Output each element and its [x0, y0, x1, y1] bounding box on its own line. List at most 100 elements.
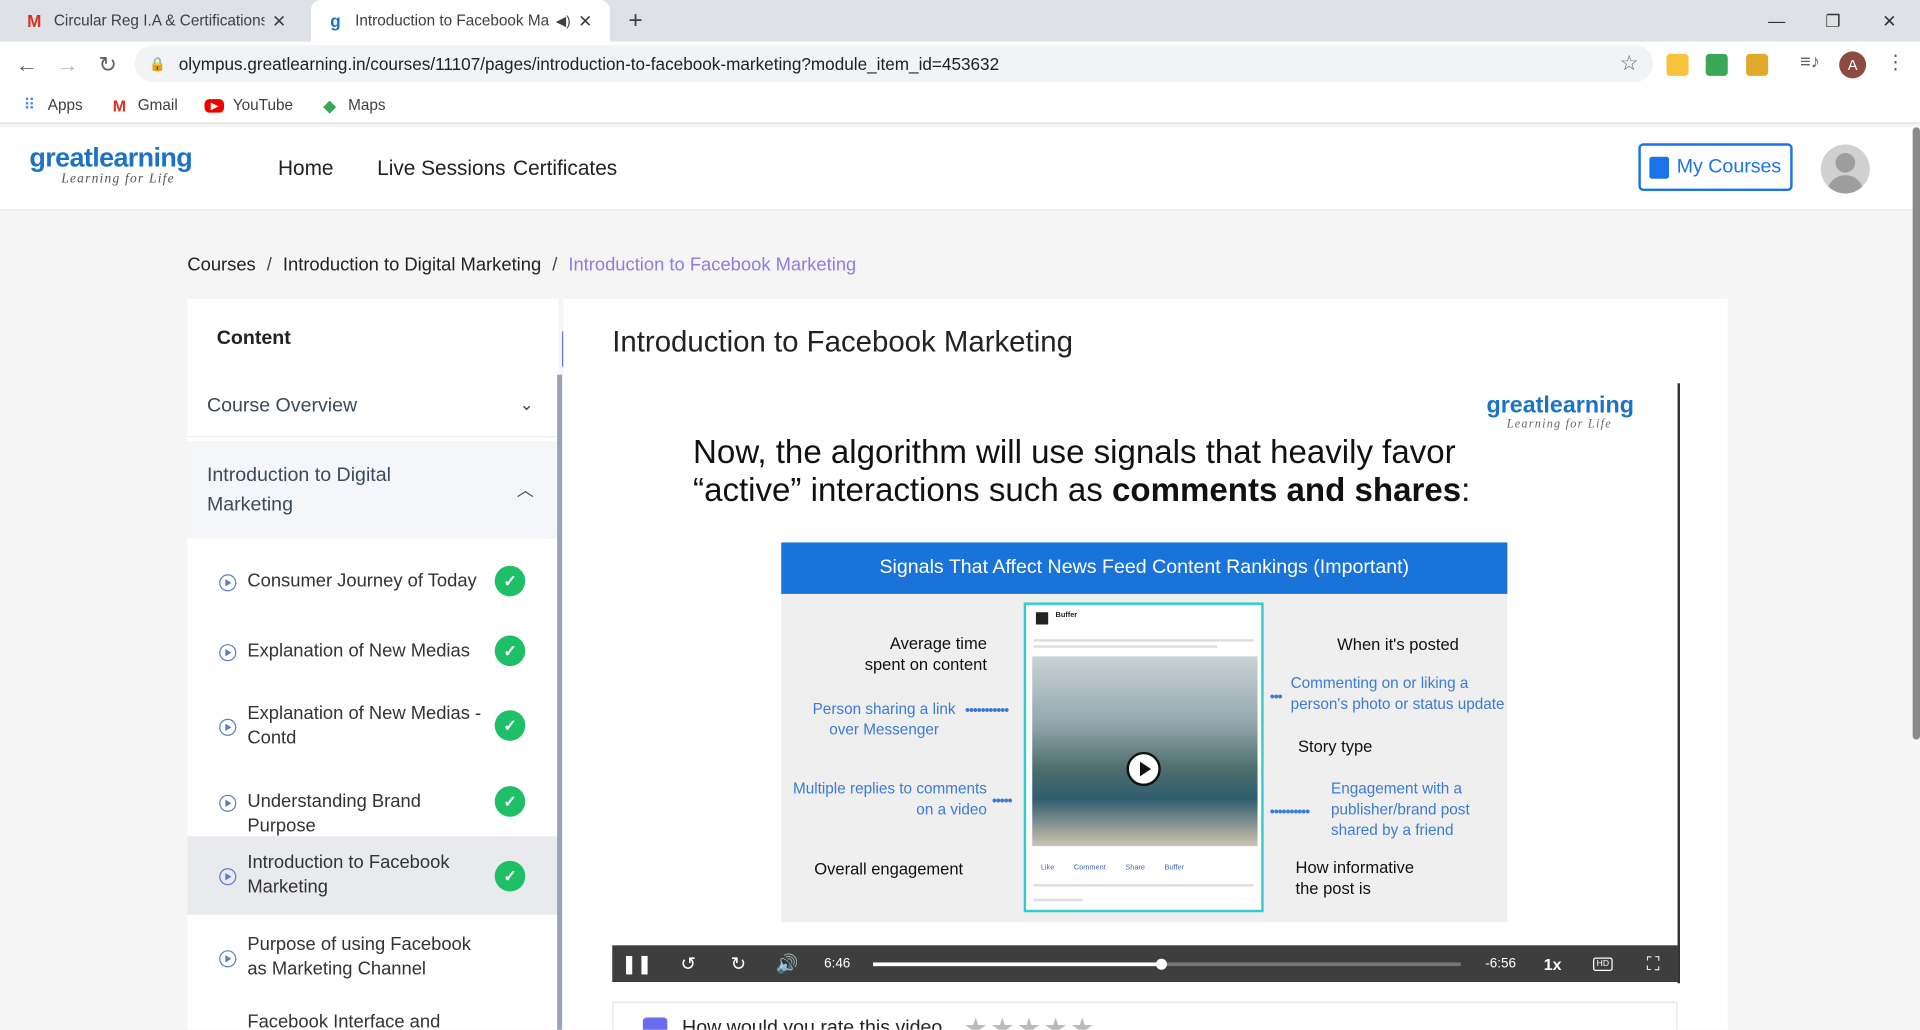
list-item[interactable]: Purpose of using Facebook as Marketing C…: [187, 926, 558, 992]
remaining-time: -6:56: [1485, 956, 1517, 972]
progress-played: [873, 962, 1162, 967]
play-circle-icon: [219, 644, 237, 662]
breadcrumb: Courses / Introduction to Digital Marketin…: [187, 254, 857, 276]
bookmark-apps[interactable]: ⠿ Apps: [20, 96, 83, 116]
tab-gmail[interactable]: M Circular Reg I.A & Certifications/ ✕: [10, 0, 304, 42]
rating-strip: How would you rate this video ★★★★★: [612, 1001, 1678, 1030]
nav-live-sessions[interactable]: Live Sessions: [377, 157, 505, 181]
close-window-button[interactable]: ✕: [1861, 0, 1917, 42]
media-controls-icon[interactable]: ≡♪: [1800, 51, 1820, 72]
signal-engagement: Engagement with a publisher/brand post s…: [1331, 780, 1470, 839]
signal-story: Story type: [1297, 737, 1373, 756]
module-intro-digital-marketing[interactable]: Introduction to Digital Marketing ︿: [187, 440, 559, 539]
item-label: Introduction to Facebook Marketing: [247, 852, 450, 898]
list-item[interactable]: Explanation of New Medias ✓: [187, 626, 558, 680]
speed-button[interactable]: 1x: [1538, 945, 1567, 982]
greatlearning-logo[interactable]: greatlearning Learning for Life: [29, 144, 192, 186]
signal-overall: Overall engagement: [814, 859, 964, 878]
my-courses-button[interactable]: My Courses: [1638, 143, 1793, 192]
lesson-title: Introduction to Facebook Marketing: [612, 325, 1073, 359]
maps-icon: ◆: [323, 94, 337, 115]
menu-kebab-icon[interactable]: ⋮: [1886, 50, 1906, 74]
dotted-connector: •••••: [991, 792, 1013, 810]
greatlearning-icon: g: [330, 11, 341, 31]
list-item[interactable]: Understanding Brand Purpose ✓: [187, 775, 558, 836]
list-item[interactable]: Facebook Interface and Types of: [187, 1002, 558, 1030]
new-tab-button[interactable]: +: [620, 5, 652, 37]
dotted-connector: •••••••••••: [964, 701, 1009, 719]
browser-tab-strip: M Circular Reg I.A & Certifications/ ✕ g…: [0, 0, 1920, 42]
book-icon: [1649, 156, 1670, 179]
restore-button[interactable]: ❐: [1805, 0, 1861, 42]
tab-title: Circular Reg I.A & Certifications/: [53, 12, 265, 30]
tab-facebook-marketing[interactable]: g Introduction to Facebook Ma ◀) ✕: [311, 0, 610, 42]
slide-heading: Now, the algorithm will use signals that…: [693, 433, 1471, 509]
gmail-icon: M: [27, 11, 42, 31]
content-sidebar: Content Course Overview ⌄ Introduction t…: [187, 298, 559, 1030]
progress-knob[interactable]: [1156, 958, 1168, 970]
breadcrumb-course[interactable]: Introduction to Digital Marketing: [283, 255, 541, 276]
buffer-logo-icon: [1035, 612, 1049, 625]
info-icon: [642, 1017, 668, 1030]
address-bar[interactable]: 🔒 olympus.greatlearning.in/courses/11107…: [134, 45, 1654, 83]
bookmark-star-icon[interactable]: ☆: [1620, 51, 1639, 75]
close-tab-icon[interactable]: ✕: [269, 10, 289, 31]
sidebar-scrollbar[interactable]: [557, 374, 563, 1030]
breadcrumb-current: Introduction to Facebook Marketing: [568, 254, 857, 276]
reload-icon[interactable]: ↻: [91, 48, 125, 82]
play-icon: [1126, 751, 1161, 787]
nav-certificates[interactable]: Certificates: [513, 157, 617, 181]
signal-replies: Multiple replies to comments on a video: [792, 780, 987, 818]
list-item[interactable]: Consumer Journey of Today ✓: [187, 556, 558, 610]
elapsed-time: 6:46: [824, 956, 851, 972]
volume-icon[interactable]: 🔊: [773, 945, 802, 982]
check-icon: ✓: [494, 565, 526, 597]
item-label: Explanation of New Medias: [247, 640, 470, 662]
item-label: Facebook Interface and Types of: [247, 1011, 441, 1030]
play-circle-icon: [219, 574, 237, 592]
check-icon: ✓: [494, 786, 526, 817]
back-icon[interactable]: ←: [10, 48, 44, 82]
rating-stars[interactable]: ★★★★★: [964, 1013, 1097, 1030]
breadcrumb-courses[interactable]: Courses: [187, 255, 255, 276]
check-icon: ✓: [494, 710, 526, 741]
extension-sheets-icon[interactable]: [1705, 53, 1728, 76]
item-label: Purpose of using Facebook as Marketing C…: [247, 934, 471, 980]
profile-avatar[interactable]: A: [1839, 51, 1867, 79]
minimize-button[interactable]: —: [1749, 0, 1805, 42]
play-circle-icon: [219, 868, 237, 886]
dotted-connector: •••: [1269, 688, 1283, 706]
close-tab-icon[interactable]: ✕: [576, 10, 596, 31]
list-item[interactable]: Explanation of New Medias - Contd ✓: [187, 696, 558, 757]
rewind-button[interactable]: ↺: [673, 945, 702, 982]
pause-button[interactable]: ❚❚: [621, 945, 652, 982]
url-text: olympus.greatlearning.in/courses/11107/p…: [178, 53, 1000, 74]
nav-home[interactable]: Home: [278, 157, 334, 181]
gmail-icon: M: [112, 96, 127, 115]
audio-playing-icon[interactable]: ◀): [556, 13, 571, 29]
signal-informative: How informative the post is: [1295, 858, 1415, 898]
bookmark-gmail[interactable]: M Gmail: [110, 96, 178, 116]
page-scrollbar[interactable]: [1912, 127, 1920, 740]
forward-icon[interactable]: →: [50, 48, 84, 82]
tab-title: Introduction to Facebook Ma: [355, 12, 550, 30]
extension-money-icon[interactable]: [1746, 53, 1769, 76]
hd-quality-icon[interactable]: HD: [1591, 945, 1615, 982]
extension-notes-icon[interactable]: [1666, 53, 1689, 76]
post-actions: Like Comment Share Buffer: [1040, 864, 1185, 872]
bookmark-maps[interactable]: ◆ Maps: [320, 94, 385, 116]
play-circle-icon: [219, 794, 237, 812]
site-header: greatlearning Learning for Life Home Liv…: [0, 127, 1913, 211]
apps-grid-icon: ⠿: [23, 95, 36, 114]
bookmark-youtube[interactable]: ▶ YouTube: [204, 97, 293, 114]
signals-panel-title: Signals That Affect News Feed Content Ra…: [781, 542, 1508, 594]
user-avatar[interactable]: [1820, 144, 1870, 194]
fullscreen-icon[interactable]: ⛶: [1641, 945, 1665, 982]
video-controls: ❚❚ ↺ ↻ 🔊 6:46 -6:56 1x HD ⛶: [612, 945, 1678, 983]
list-item-active[interactable]: Introduction to Facebook Marketing ✓: [187, 836, 559, 915]
youtube-icon: ▶: [204, 98, 225, 113]
forward-button[interactable]: ↻: [724, 945, 753, 982]
sidebar-title: Content: [216, 328, 291, 349]
module-course-overview[interactable]: Course Overview ⌄: [187, 377, 559, 438]
item-label: Understanding Brand Purpose: [247, 791, 421, 837]
